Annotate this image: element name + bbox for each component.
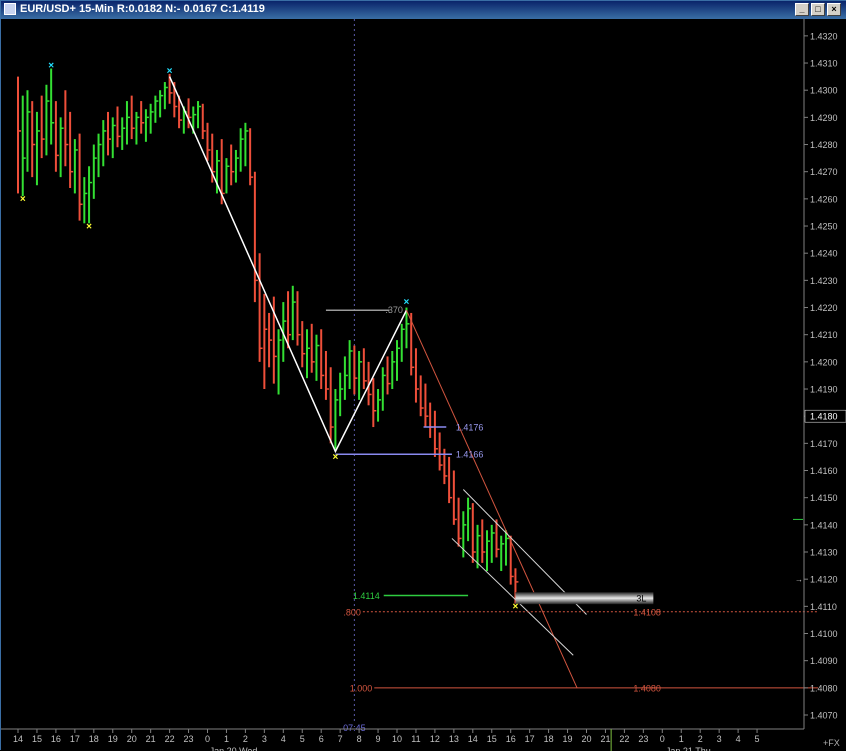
window-title: EUR/USD+ 15-Min R:0.0182 N:- 0.0167 C:1.… bbox=[20, 3, 265, 15]
swing-high-marker: × bbox=[48, 60, 54, 71]
x-tick-label: 5 bbox=[755, 734, 760, 744]
x-tick-label: 23 bbox=[184, 734, 194, 744]
y-tick-label: 1.4230 bbox=[810, 276, 838, 286]
x-tick-label: 21 bbox=[146, 734, 156, 744]
y-tick-label: 1.4280 bbox=[810, 140, 838, 150]
y-tick-label: 1.4120 bbox=[810, 575, 838, 585]
swing-high-marker: × bbox=[167, 66, 173, 77]
x-tick-label: 6 bbox=[319, 734, 324, 744]
y-tick-label: 1.4140 bbox=[810, 520, 838, 530]
x-tick-label: 17 bbox=[70, 734, 80, 744]
x-tick-label: 12 bbox=[430, 734, 440, 744]
x-tick-label: 0 bbox=[205, 734, 210, 744]
x-tick-label: 23 bbox=[638, 734, 648, 744]
x-tick-label: 2 bbox=[698, 734, 703, 744]
chart-window: EUR/USD+ 15-Min R:0.0182 N:- 0.0167 C:1.… bbox=[0, 0, 846, 751]
y-tick-label: 1.4150 bbox=[810, 493, 838, 503]
minimize-button[interactable]: _ bbox=[795, 3, 809, 16]
close-button[interactable]: × bbox=[827, 3, 841, 16]
y-tick-label: 1.4260 bbox=[810, 194, 838, 204]
y-tick-label: 1.4270 bbox=[810, 167, 838, 177]
x-tick-label: 9 bbox=[376, 734, 381, 744]
title-bar[interactable]: EUR/USD+ 15-Min R:0.0182 N:- 0.0167 C:1.… bbox=[1, 1, 846, 19]
x-tick-label: 16 bbox=[51, 734, 61, 744]
y-tick-label: 1.4240 bbox=[810, 249, 838, 259]
x-tick-label: 11 bbox=[411, 734, 420, 744]
y-tick-label: 1.4080 bbox=[810, 683, 838, 693]
level-1-label: 1.4176 bbox=[456, 423, 484, 433]
y-tick-label: 1.4130 bbox=[810, 548, 838, 558]
fib-1000-price-label: 1.4080 bbox=[633, 683, 661, 693]
x-tick-label: 15 bbox=[32, 734, 42, 744]
y-tick-label: 1.4220 bbox=[810, 303, 838, 313]
y-tick-label: 1.4200 bbox=[810, 357, 838, 367]
x-tick-label: 5 bbox=[300, 734, 305, 744]
x-tick-label: 18 bbox=[544, 734, 554, 744]
fib-1000-ratio-label: 1.000 bbox=[350, 683, 373, 693]
x-tick-label: 17 bbox=[525, 734, 535, 744]
fx-label: +FX bbox=[823, 738, 840, 748]
y-tick-label: 1.4250 bbox=[810, 222, 838, 232]
level-2-label: 1.4166 bbox=[456, 450, 484, 460]
green-level-label: 1.4114 bbox=[353, 591, 380, 601]
y-tick-label: 1.4170 bbox=[810, 439, 838, 449]
y-tick-label: 1.4300 bbox=[810, 86, 838, 96]
x-tick-label: 14 bbox=[468, 734, 478, 744]
fib-800-price-label: 1.4108 bbox=[633, 607, 661, 617]
x-tick-label: 20 bbox=[127, 734, 137, 744]
x-tick-label: 20 bbox=[581, 734, 591, 744]
swing-low-marker: × bbox=[86, 221, 92, 232]
y-tick-label: 1.4290 bbox=[810, 113, 838, 123]
swing-high-marker: × bbox=[404, 297, 410, 308]
x-tick-label: 15 bbox=[487, 734, 497, 744]
y-tick-label: 1.4090 bbox=[810, 656, 838, 666]
y-tick-label: 1.4320 bbox=[810, 31, 838, 41]
y-tick-label: 1.4070 bbox=[810, 711, 838, 721]
date-label: Jan 20 Wed bbox=[210, 746, 258, 751]
support-band bbox=[515, 592, 654, 605]
y-tick-label: 1.4160 bbox=[810, 466, 838, 476]
x-tick-label: 1 bbox=[679, 734, 684, 744]
swing-low-marker: × bbox=[332, 452, 338, 463]
maximize-button[interactable]: □ bbox=[811, 3, 825, 16]
swing-low-marker: × bbox=[513, 602, 519, 613]
fib-800-ratio-label: .800 bbox=[343, 607, 361, 617]
date-label: Jan 21 Thu bbox=[666, 746, 711, 751]
x-tick-label: 8 bbox=[357, 734, 362, 744]
x-tick-label: 4 bbox=[281, 734, 286, 744]
x-tick-label: 13 bbox=[449, 734, 459, 744]
x-tick-label: 1 bbox=[224, 734, 229, 744]
x-tick-label: 3 bbox=[717, 734, 722, 744]
y-tick-label: 1.4190 bbox=[810, 385, 838, 395]
y-tick-label: 1.4210 bbox=[810, 330, 838, 340]
swing-low-marker: × bbox=[20, 194, 26, 205]
x-tick-label: 18 bbox=[89, 734, 99, 744]
current-price-label: 1.4180 bbox=[810, 412, 838, 422]
x-tick-label: 14 bbox=[13, 734, 23, 744]
x-tick-label: 4 bbox=[736, 734, 741, 744]
cursor-time-label: 07:45 bbox=[343, 723, 366, 733]
band-label: 3L bbox=[636, 594, 646, 604]
x-tick-label: 19 bbox=[563, 734, 573, 744]
x-tick-label: 16 bbox=[506, 734, 516, 744]
chart-app-icon bbox=[4, 3, 16, 15]
cursor-price-marker: → bbox=[795, 575, 803, 584]
x-tick-label: 22 bbox=[619, 734, 629, 744]
x-tick-label: 21 bbox=[600, 734, 610, 744]
x-tick-label: 7 bbox=[338, 734, 343, 744]
x-tick-label: 10 bbox=[392, 734, 402, 744]
x-tick-label: 3 bbox=[262, 734, 267, 744]
ratio-label: .370 bbox=[385, 305, 403, 315]
y-tick-label: 1.4310 bbox=[810, 59, 838, 69]
x-tick-label: 22 bbox=[165, 734, 175, 744]
y-tick-label: 1.4100 bbox=[810, 629, 838, 639]
price-chart[interactable]: 07:45 × × × × × × × .370 1.4176 1.4166 1.4114 .800… bbox=[1, 19, 846, 751]
x-tick-label: 2 bbox=[243, 734, 248, 744]
y-tick-label: 1.4110 bbox=[810, 602, 837, 612]
x-tick-label: 0 bbox=[660, 734, 665, 744]
x-tick-label: 19 bbox=[108, 734, 118, 744]
